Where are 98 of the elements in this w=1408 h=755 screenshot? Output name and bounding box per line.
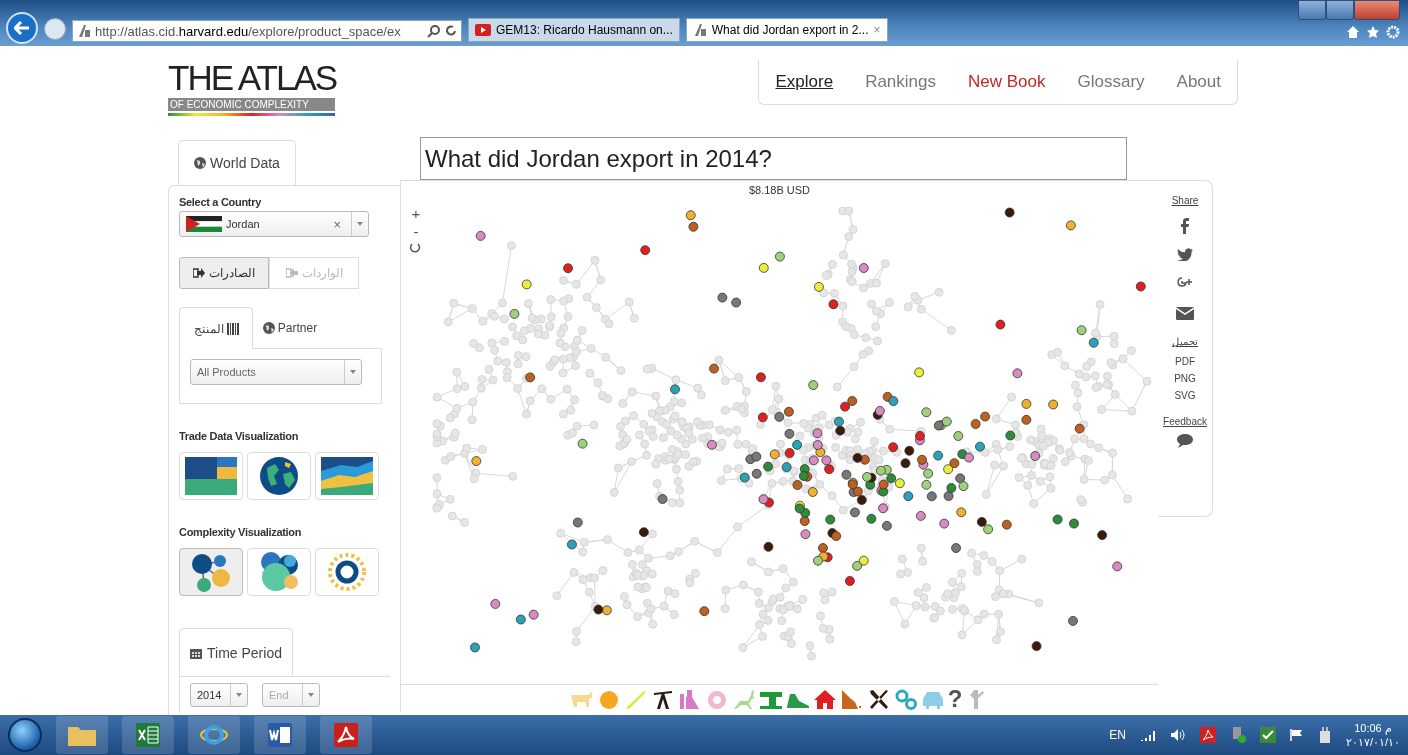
stacked-area-icon bbox=[321, 457, 373, 495]
tab-close-button[interactable]: × bbox=[873, 23, 881, 37]
country-label: Select a Country bbox=[179, 196, 262, 208]
plug-icon[interactable] bbox=[1317, 727, 1332, 743]
barcode-icon bbox=[226, 322, 239, 335]
minimize-button[interactable] bbox=[1298, 0, 1326, 20]
forward-button[interactable] bbox=[44, 18, 66, 40]
folder-icon bbox=[68, 724, 96, 746]
taskbar-app[interactable] bbox=[122, 716, 174, 754]
document-icon bbox=[268, 723, 292, 747]
country-select[interactable]: Jordan × bbox=[179, 211, 369, 237]
tab-title: What did Jordan export in 2... bbox=[711, 23, 869, 37]
browser-tab[interactable]: GEM13: Ricardo Hausmann on... bbox=[468, 18, 680, 42]
trade-flow-button[interactable]: الصادرات bbox=[179, 257, 269, 289]
visualization-button[interactable] bbox=[179, 548, 243, 596]
reset-icon[interactable] bbox=[409, 241, 421, 253]
product-select[interactable]: All Products bbox=[190, 359, 362, 385]
download-link[interactable]: SVG bbox=[1174, 387, 1196, 404]
back-button[interactable] bbox=[6, 12, 38, 44]
nav-link[interactable]: Rankings bbox=[865, 72, 936, 92]
nav-link[interactable]: About bbox=[1176, 72, 1221, 92]
refresh-icon[interactable] bbox=[445, 24, 457, 38]
visualization-button[interactable] bbox=[315, 452, 379, 500]
caret-icon bbox=[357, 222, 363, 226]
rings-icon bbox=[327, 552, 367, 592]
language-indicator[interactable]: EN bbox=[1109, 728, 1126, 742]
visualization-button[interactable] bbox=[247, 548, 311, 596]
check-icon[interactable] bbox=[1259, 727, 1276, 743]
spreadsheet-icon bbox=[136, 723, 160, 747]
nav-link[interactable]: Glossary bbox=[1077, 72, 1145, 92]
home-icon[interactable] bbox=[1346, 25, 1360, 39]
section-title: Complexity Visualization bbox=[179, 526, 303, 538]
globe-icon bbox=[262, 322, 275, 334]
globe-icon bbox=[194, 157, 207, 169]
star-icon[interactable] bbox=[1366, 25, 1380, 39]
pdf-reader-icon bbox=[334, 723, 358, 747]
search-icon[interactable] bbox=[427, 24, 441, 38]
page-icon bbox=[692, 23, 707, 37]
logo-title[interactable]: THE ATLAS bbox=[168, 58, 337, 98]
taskbar-app[interactable] bbox=[188, 716, 240, 754]
year-select[interactable]: 2014 bbox=[190, 683, 248, 707]
speaker-icon[interactable] bbox=[1169, 728, 1186, 742]
visualization-button[interactable] bbox=[247, 452, 311, 500]
logo-subtitle[interactable]: OF ECONOMIC COMPLEXITY bbox=[168, 98, 335, 111]
caret-icon bbox=[350, 370, 356, 374]
nav-link[interactable]: New Book bbox=[968, 72, 1046, 92]
envelope-icon[interactable] bbox=[1176, 307, 1194, 320]
close-button[interactable] bbox=[1354, 0, 1400, 20]
zoom-out-button[interactable]: - bbox=[409, 223, 423, 239]
treemap-icon bbox=[185, 457, 237, 495]
clock[interactable]: 10:06 م ٢٠١٧/٠١/١٠ bbox=[1345, 721, 1400, 749]
zoom-in-button[interactable]: + bbox=[409, 205, 423, 221]
section-title: Trade Data Visualization bbox=[179, 430, 300, 442]
visualization-button[interactable] bbox=[179, 452, 243, 500]
url-text: http://atlas.cid.harvard.edu/explore/product_space/ex bbox=[95, 23, 402, 39]
facebook-icon[interactable] bbox=[1180, 218, 1190, 234]
flag-icon bbox=[186, 216, 222, 232]
taskbar-app[interactable] bbox=[56, 716, 108, 754]
question-field[interactable]: What did Jordan export in 2014? bbox=[420, 137, 1127, 180]
page-icon bbox=[77, 24, 91, 38]
network-icon bbox=[191, 552, 231, 592]
bubble-chart-icon bbox=[258, 551, 300, 593]
sidebar-tab[interactable]: World Data bbox=[178, 140, 296, 185]
total-value: $8.18B USD bbox=[748, 184, 811, 196]
ring-icon bbox=[200, 722, 228, 748]
maximize-button[interactable] bbox=[1326, 0, 1354, 20]
arrow-left-icon bbox=[14, 21, 30, 35]
question-mark-icon[interactable]: ? bbox=[947, 687, 963, 710]
bird-icon[interactable] bbox=[1177, 248, 1193, 261]
start-button[interactable] bbox=[8, 718, 42, 752]
product-tab[interactable]: Partner bbox=[253, 307, 327, 349]
speech-bubble-icon[interactable] bbox=[1176, 433, 1194, 448]
flag-icon[interactable] bbox=[1289, 729, 1304, 741]
nav-link[interactable]: Explore bbox=[775, 72, 834, 92]
caret-icon bbox=[308, 693, 314, 697]
time-period-tab[interactable]: Time Period bbox=[179, 628, 293, 676]
settings-icon[interactable] bbox=[1386, 25, 1400, 39]
feedback-link[interactable]: Feedback bbox=[1163, 416, 1207, 427]
signal-icon[interactable] bbox=[1139, 729, 1156, 741]
taskbar-app[interactable] bbox=[320, 716, 372, 754]
house-icon[interactable] bbox=[812, 687, 837, 710]
taskbar-app[interactable] bbox=[254, 716, 306, 754]
calendar-icon bbox=[190, 646, 202, 659]
download-title: تحميل bbox=[1172, 336, 1198, 347]
address-bar[interactable]: http://atlas.cid.harvard.edu/explore/product_space/ex bbox=[72, 20, 462, 42]
globe-icon bbox=[259, 456, 299, 496]
sign-out-icon bbox=[193, 268, 205, 278]
pdf-reader-icon[interactable] bbox=[1199, 727, 1216, 743]
share-title: Share bbox=[1171, 195, 1199, 206]
browser-tab[interactable]: What did Jordan export in 2... × bbox=[685, 18, 888, 42]
download-link[interactable]: PDF bbox=[1175, 353, 1195, 370]
tab-title: GEM13: Ricardo Hausmann on... bbox=[496, 23, 673, 37]
product-tab[interactable]: المنتج bbox=[179, 307, 253, 349]
download-link[interactable]: PNG bbox=[1174, 370, 1196, 387]
sign-in-icon bbox=[285, 268, 298, 278]
visualization-button[interactable] bbox=[315, 548, 379, 596]
caret-icon bbox=[236, 693, 242, 697]
play-icon bbox=[475, 24, 491, 36]
